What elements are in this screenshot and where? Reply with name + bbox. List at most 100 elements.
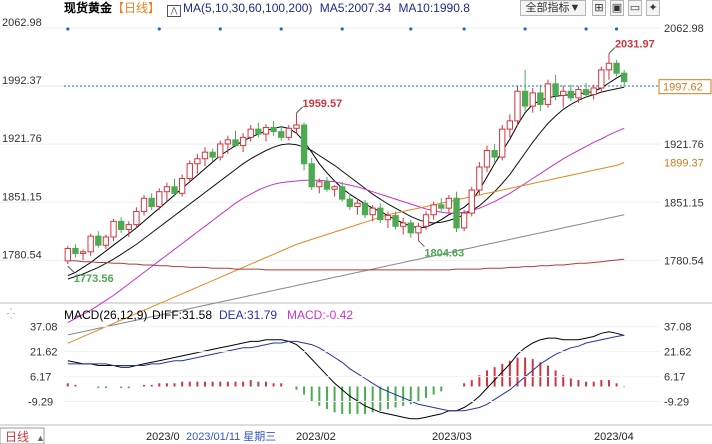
candle <box>140 194 148 216</box>
candle-body <box>331 186 338 190</box>
event-marker <box>66 27 70 31</box>
candle-body <box>491 150 498 158</box>
candle <box>392 211 399 230</box>
candle <box>621 69 628 87</box>
annotation-pointer <box>418 240 425 247</box>
candle <box>178 174 186 197</box>
price-axis: 2062.982062.981992.371992.371921.761921.… <box>2 17 712 267</box>
price-tick-right: 1921.76 <box>664 139 704 151</box>
candle-body <box>369 207 376 216</box>
candle <box>377 203 384 223</box>
candle <box>521 69 529 112</box>
candle <box>232 130 239 148</box>
candle-body <box>87 235 94 253</box>
candle-body <box>339 186 346 200</box>
price-gridlines <box>0 27 660 261</box>
candle <box>186 160 193 182</box>
candle <box>399 218 407 235</box>
candle-body <box>125 224 132 231</box>
annotation-label: 1773.56 <box>74 273 114 285</box>
macd-tick-right: 37.08 <box>664 322 692 334</box>
candle <box>217 140 224 161</box>
candle <box>407 219 414 238</box>
candle-body <box>316 181 323 188</box>
event-marker <box>340 27 344 31</box>
candle-body <box>64 247 71 262</box>
event-marker <box>279 27 283 31</box>
candle-body <box>407 222 414 234</box>
annotation-pointer <box>67 265 75 273</box>
candle <box>239 133 247 153</box>
macd-tick-right: 6.17 <box>664 372 685 384</box>
event-marker <box>218 27 222 31</box>
candle-body <box>247 128 254 138</box>
price-tick-right: 2062.98 <box>664 23 704 35</box>
period-tab-arrow-icon: ▲ <box>36 433 45 443</box>
candle-body <box>354 202 361 208</box>
event-marker <box>157 27 161 31</box>
annotation-label: 2031.97 <box>615 38 655 50</box>
candle <box>285 125 293 141</box>
candle-body <box>399 222 407 227</box>
candle <box>590 84 597 100</box>
candle-body <box>521 90 529 107</box>
candle-body <box>552 83 559 96</box>
candle <box>460 209 468 232</box>
candle <box>483 145 491 172</box>
macd-dea-value: DEA:31.79 <box>219 308 277 322</box>
candle <box>468 186 475 217</box>
candle-body <box>590 87 597 96</box>
price-annotations: 2031.97 1959.57 1804.63 1773.56 <box>66 27 655 285</box>
period-tab-label: 日线 <box>5 430 29 444</box>
candle-body <box>117 220 125 231</box>
candle-body <box>285 127 293 138</box>
candle <box>224 135 232 154</box>
candle <box>64 246 71 265</box>
candle-body <box>529 92 536 107</box>
candle-body <box>460 212 468 229</box>
candle-body <box>415 225 422 234</box>
current-price-label: 1997.62 <box>663 82 703 94</box>
candle <box>438 198 445 212</box>
candle-body <box>186 163 193 180</box>
candle <box>87 233 94 256</box>
date-axis: 2023/0 2023/01/11 星期三 2023/02 2023/03 2023/0… <box>146 430 634 443</box>
candle <box>117 217 125 233</box>
candle-body <box>621 72 628 83</box>
candle <box>102 234 110 250</box>
price-tick-left: 2062.98 <box>2 17 42 29</box>
settings-dots-icon[interactable]: ⁛ <box>7 307 15 320</box>
candle <box>278 125 285 141</box>
candle-body <box>72 247 79 254</box>
event-marker <box>462 27 466 31</box>
candle <box>529 87 536 113</box>
ma-value-label: 1899.37 <box>664 158 704 170</box>
candle-body <box>255 128 262 135</box>
candle-body <box>445 197 453 209</box>
candle-body <box>613 62 620 74</box>
candle-body <box>514 90 521 122</box>
candle <box>445 194 453 214</box>
candle <box>415 222 422 241</box>
candle <box>133 207 140 228</box>
candle <box>575 86 582 103</box>
date-tick-label: 2023/02 <box>296 431 336 443</box>
candle-body <box>453 197 460 229</box>
candle-body <box>262 126 270 135</box>
candle <box>209 148 216 162</box>
candle <box>110 218 117 242</box>
candle-body <box>171 186 178 194</box>
candle-body <box>544 83 552 105</box>
candle <box>567 84 575 102</box>
candle-body <box>468 189 475 214</box>
candle-body <box>293 124 300 129</box>
candle <box>331 185 338 197</box>
candle <box>582 83 590 98</box>
annotation-label: 1959.57 <box>302 98 342 110</box>
event-marker <box>584 27 588 31</box>
price-tick-right: 1780.54 <box>664 255 704 267</box>
candle <box>308 157 315 191</box>
candle-body <box>163 186 171 193</box>
candle-body <box>483 150 491 168</box>
candle <box>323 176 331 192</box>
